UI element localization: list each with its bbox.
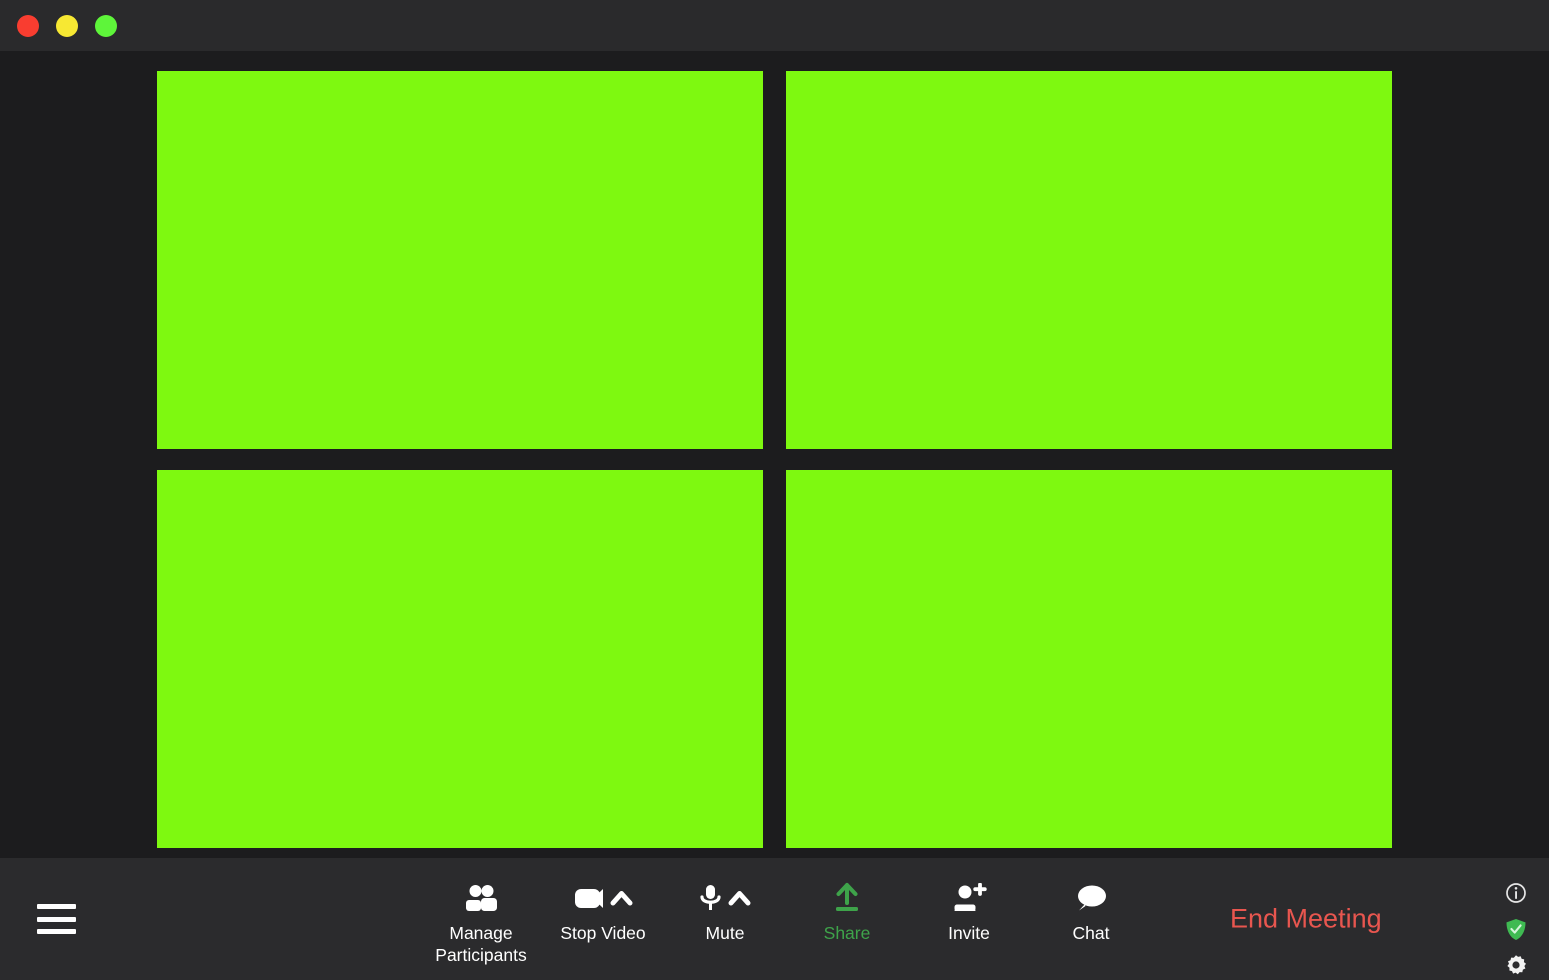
stop-video-label: Stop Video xyxy=(560,923,646,943)
invite-label: Invite xyxy=(948,923,990,943)
manage-participants-button[interactable]: Manage Participants xyxy=(420,881,542,966)
end-meeting-button[interactable]: End Meeting xyxy=(1230,904,1382,935)
participant-grid xyxy=(157,71,1392,848)
participant-video-tile[interactable] xyxy=(157,470,763,848)
hamburger-bar xyxy=(37,916,76,922)
stop-video-button[interactable]: Stop Video xyxy=(542,881,664,944)
title-bar xyxy=(0,0,1549,51)
meeting-window: Manage Participants Stop Video Mute Shar… xyxy=(0,0,1549,980)
chat-label: Chat xyxy=(1072,923,1110,943)
invite-button[interactable]: Invite xyxy=(908,881,1030,944)
share-screen-button[interactable]: Share xyxy=(786,881,908,944)
chat-bubble-icon xyxy=(1073,881,1109,915)
participant-video-tile[interactable] xyxy=(786,470,1392,848)
participants-icon xyxy=(464,881,498,915)
meeting-toolbar: Manage Participants Stop Video Mute Shar… xyxy=(0,858,1549,980)
video-stage xyxy=(0,51,1549,858)
participant-video-tile[interactable] xyxy=(786,71,1392,449)
microphone-icon xyxy=(695,881,755,915)
video-camera-icon xyxy=(573,881,633,915)
close-window-button[interactable] xyxy=(17,14,39,37)
settings-gear-icon[interactable] xyxy=(1505,954,1527,976)
participant-video-tile[interactable] xyxy=(157,71,763,449)
hamburger-bar xyxy=(37,929,76,934)
mute-label: Mute xyxy=(705,923,745,943)
add-person-icon xyxy=(951,881,987,915)
hamburger-menu-icon[interactable] xyxy=(37,904,76,934)
mute-button[interactable]: Mute xyxy=(664,881,786,944)
chat-button[interactable]: Chat xyxy=(1030,881,1152,944)
share-label: Share xyxy=(823,923,871,943)
window-controls xyxy=(17,14,117,37)
toolbar-buttons: Manage Participants Stop Video Mute Shar… xyxy=(420,858,1152,980)
info-icon[interactable] xyxy=(1505,882,1527,904)
manage-participants-label: Manage Participants xyxy=(435,923,527,965)
maximize-window-button[interactable] xyxy=(95,14,117,37)
share-arrow-up-icon xyxy=(830,881,864,915)
minimize-window-button[interactable] xyxy=(56,14,78,37)
toolbar-status-icons xyxy=(1505,882,1527,976)
hamburger-bar xyxy=(37,904,76,909)
shield-check-icon[interactable] xyxy=(1505,918,1527,940)
